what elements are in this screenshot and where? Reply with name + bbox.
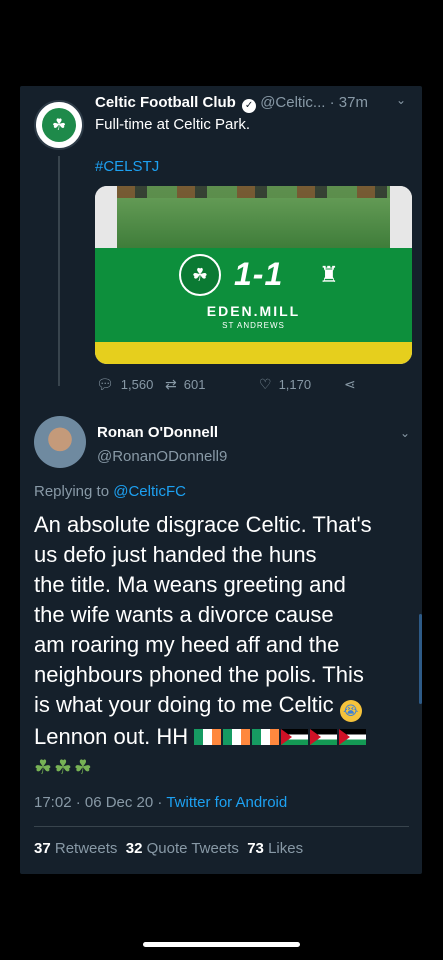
tweet-line: am roaring my heed aff and the: [34, 632, 340, 657]
celtic-club-crest-icon: ☘: [179, 254, 221, 296]
tweet-line: Lennon out. HH: [34, 724, 189, 749]
celtic-crest-icon: ☘: [42, 108, 76, 142]
quotes-stat[interactable]: 32 Quote Tweets: [126, 840, 239, 857]
tweet-line-with-emoji: is what your doing to me Celtic 😭︎: [34, 690, 418, 722]
replying-prefix: Replying to: [34, 483, 110, 500]
reply-icon: 💬︎: [96, 376, 114, 392]
media-yellow-band: [95, 342, 412, 364]
sponsor-name: EDEN.MILL: [206, 303, 301, 319]
replying-mention[interactable]: @CelticFC: [113, 483, 186, 500]
tweet1-menu-chevron-icon[interactable]: ⌄: [396, 93, 406, 107]
tweet2-author-name[interactable]: Ronan O'Donnell: [97, 424, 218, 441]
retweets-count: 37: [34, 840, 51, 857]
home-indicator[interactable]: [143, 942, 300, 947]
palestine-flag-icon: [310, 729, 338, 745]
reply-button[interactable]: 💬︎ 1,560: [96, 376, 153, 393]
tweet-line-shamrocks: ☘ ☘ ☘: [34, 752, 418, 783]
like-button[interactable]: ♡ 1,170: [259, 376, 311, 393]
ireland-flag-icon: [194, 729, 222, 745]
tweet-line-with-flags: Lennon out. HH: [34, 722, 418, 752]
tweet1-media-image[interactable]: ☘ 1-1 ♜ EDEN.MILL ST ANDREWS: [95, 186, 412, 364]
tweet2-handle[interactable]: @RonanODonnell9: [97, 448, 227, 465]
verified-badge-icon: ✓: [242, 99, 257, 113]
sponsor-subtitle: ST ANDREWS: [222, 321, 285, 330]
media-border-right: [390, 186, 412, 248]
tweet2-timestamp[interactable]: 17:02 · 06 Dec 20 ·: [34, 794, 162, 811]
tweet-line: is what your doing to me Celtic: [34, 692, 334, 717]
celtic-avatar[interactable]: ☘: [34, 100, 84, 150]
retweet-button[interactable]: ⇄ 601: [165, 376, 205, 393]
quotes-count: 32: [125, 840, 143, 857]
tweet1-handle[interactable]: @Celtic...: [260, 94, 325, 111]
tweet2-stats: 37 Retweets 32 Quote Tweets 73 Likes: [34, 840, 303, 857]
tweet1-time[interactable]: 37m: [339, 94, 368, 111]
ronan-avatar[interactable]: [34, 416, 86, 468]
divider: [34, 826, 409, 827]
palestine-flag-icon: [281, 729, 309, 745]
media-players: [117, 186, 390, 198]
tweet2-menu-chevron-icon[interactable]: ⌄: [400, 426, 410, 440]
tweet1-separator: ·: [329, 94, 335, 111]
replying-to: Replying to @CelticFC: [34, 483, 186, 500]
retweet-count: 601: [183, 377, 206, 392]
shamrock-icon: ☘: [34, 757, 52, 779]
media-border-left: [95, 186, 117, 248]
likes-label: Likes: [268, 840, 304, 857]
tweet1-author-name[interactable]: Celtic Football Club: [95, 94, 236, 111]
heart-icon: ♡: [259, 376, 272, 392]
share-icon: ⋖: [344, 376, 356, 392]
tweet2-source[interactable]: Twitter for Android: [166, 794, 287, 811]
st-johnstone-crest-icon: ♜: [319, 262, 339, 287]
retweet-icon: ⇄: [165, 376, 177, 392]
palestine-flag-icon: [339, 729, 367, 745]
tweet2-text: An absolute disgrace Celtic. That's us d…: [34, 510, 418, 783]
thread-line: [58, 156, 60, 386]
shamrock-icon: ☘: [53, 757, 72, 779]
shamrock-icon: ☘: [73, 757, 92, 779]
ireland-flag-icon: [252, 729, 280, 745]
tweet1-text: Full-time at Celtic Park.: [95, 116, 251, 133]
tweet-line: neighbours phoned the polis. This: [34, 662, 364, 687]
retweets-label: Retweets: [54, 840, 118, 857]
retweets-stat[interactable]: 37 Retweets: [34, 840, 117, 857]
tweet-line: the title. Ma weans greeting and: [34, 572, 346, 597]
tweet1-hashtag[interactable]: #CELSTJ: [95, 158, 159, 175]
match-score: 1-1: [234, 256, 284, 292]
tweet2-meta: 17:02 · 06 Dec 20 · Twitter for Android: [34, 794, 287, 811]
scrollbar[interactable]: [419, 614, 422, 704]
crying-face-emoji-icon: 😭︎: [339, 700, 362, 722]
likes-count: 73: [247, 840, 264, 857]
like-count: 1,170: [278, 377, 312, 392]
ireland-flag-icon: [223, 729, 251, 745]
likes-stat[interactable]: 73 Likes: [247, 840, 303, 857]
tweet1-header: Celtic Football Club ✓ @Celtic... · 37m: [95, 94, 368, 113]
tweet-line: the wife wants a divorce cause: [34, 602, 334, 627]
share-button[interactable]: ⋖: [344, 376, 363, 393]
reply-count: 1,560: [120, 377, 154, 392]
tweet-line: An absolute disgrace Celtic. That's: [34, 512, 372, 537]
tweet-line: us defo just handed the huns: [34, 542, 317, 567]
quotes-label: Quote Tweets: [146, 840, 239, 857]
